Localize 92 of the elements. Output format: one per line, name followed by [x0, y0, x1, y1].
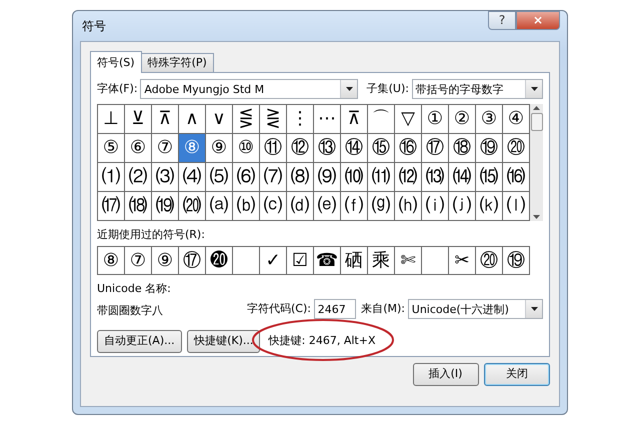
from-label: 来自(M):: [361, 300, 406, 317]
symbol-cell[interactable]: ⒅: [125, 192, 152, 221]
recent-symbol-cell[interactable]: ⑲: [503, 247, 530, 275]
from-dropdown[interactable]: Unicode(十六进制): [408, 299, 543, 319]
symbol-cell[interactable]: ⋚: [233, 105, 260, 134]
symbol-cell[interactable]: ▽: [395, 105, 422, 134]
recent-symbol-cell[interactable]: ⑦: [125, 247, 152, 275]
symbol-cell[interactable]: ⊼: [152, 105, 179, 134]
symbol-cell[interactable]: ①: [422, 105, 449, 134]
recent-symbol-cell[interactable]: ✓: [260, 247, 287, 275]
symbol-cell[interactable]: ⑶: [152, 163, 179, 192]
symbol-cell[interactable]: ⑷: [179, 163, 206, 192]
symbol-cell[interactable]: ⌒: [368, 105, 395, 134]
recent-symbol-cell[interactable]: ✄: [395, 247, 422, 275]
symbol-cell[interactable]: ⑲: [476, 134, 503, 163]
symbol-cell[interactable]: ⑿: [395, 163, 422, 192]
symbol-cell[interactable]: ⑼: [314, 163, 341, 192]
symbol-cell[interactable]: ③: [476, 105, 503, 134]
symbol-cell[interactable]: ⒡: [341, 192, 368, 221]
symbol-cell[interactable]: ⒜: [206, 192, 233, 221]
symbol-cell[interactable]: ⒆: [152, 192, 179, 221]
recent-symbol-cell[interactable]: ✂: [449, 247, 476, 275]
tab[interactable]: 符号(S): [90, 51, 142, 73]
dialog-button[interactable]: 关闭: [484, 362, 550, 386]
symbol-cell[interactable]: ⑻: [287, 163, 314, 192]
symbol-cell[interactable]: ⑤: [98, 134, 125, 163]
recent-symbol-cell[interactable]: 乘: [368, 247, 395, 275]
recent-symbol-cell[interactable]: ⓴: [206, 247, 233, 275]
unicode-name-value: 带圆圈数字八: [97, 302, 164, 318]
recent-symbol-cell[interactable]: ☎: [314, 247, 341, 275]
symbol-cell[interactable]: ⒁: [449, 163, 476, 192]
symbol-cell[interactable]: ⑬: [314, 134, 341, 163]
window-title: 符号: [81, 18, 106, 35]
symbol-cell[interactable]: ⑫: [287, 134, 314, 163]
symbol-cell[interactable]: ⑵: [125, 163, 152, 192]
symbol-cell[interactable]: ⑾: [368, 163, 395, 192]
symbol-cell[interactable]: ⑥: [125, 134, 152, 163]
symbol-cell[interactable]: ⑽: [341, 163, 368, 192]
symbol-cell[interactable]: ⑰: [422, 134, 449, 163]
symbol-cell[interactable]: ⑴: [98, 163, 125, 192]
help-button[interactable]: ?: [488, 11, 516, 30]
symbol-cell[interactable]: ⋯: [314, 105, 341, 134]
symbol-cell[interactable]: ⑮: [368, 134, 395, 163]
recent-symbol-cell[interactable]: ⑨: [152, 247, 179, 275]
symbol-cell[interactable]: ⑧: [179, 134, 206, 163]
symbol-cell[interactable]: ⋛: [260, 105, 287, 134]
symbol-cell[interactable]: ⒤: [422, 192, 449, 221]
char-code-label: 字符代码(C):: [247, 300, 311, 317]
symbol-cell[interactable]: ⑯: [395, 134, 422, 163]
symbol-cell[interactable]: ⒂: [476, 163, 503, 192]
symbol-cell[interactable]: ⑱: [449, 134, 476, 163]
char-code-field[interactable]: 2467: [314, 299, 356, 319]
symbol-cell[interactable]: ⋮: [287, 105, 314, 134]
symbol-cell[interactable]: ⑩: [233, 134, 260, 163]
dialog-button[interactable]: 快捷键(K)...: [187, 330, 260, 353]
symbol-cell[interactable]: ⒠: [314, 192, 341, 221]
dialog-button[interactable]: 自动更正(A)...: [97, 330, 182, 353]
unicode-name-label: Unicode 名称:: [97, 280, 172, 296]
symbol-cell[interactable]: ⒀: [422, 163, 449, 192]
symbol-cell[interactable]: ⒄: [98, 192, 125, 221]
recent-symbol-cell[interactable]: 硒: [341, 247, 368, 275]
symbol-cell[interactable]: ⒝: [233, 192, 260, 221]
recent-symbol-cell[interactable]: ⑧: [98, 247, 125, 275]
recent-symbol-cell[interactable]: ⑰: [179, 247, 206, 275]
symbol-cell[interactable]: ⒇: [179, 192, 206, 221]
symbol-cell[interactable]: ⑹: [233, 163, 260, 192]
recent-symbols-label: 近期使用过的符号(R):: [97, 226, 206, 242]
recent-symbol-cell[interactable]: ⑳: [476, 247, 503, 275]
symbol-cell[interactable]: ⒦: [476, 192, 503, 221]
recent-symbol-cell[interactable]: ☑: [287, 247, 314, 275]
symbol-cell[interactable]: ⑭: [341, 134, 368, 163]
shortcut-key-text: 快捷键: 2467, Alt+X: [268, 334, 376, 348]
dialog-button[interactable]: 插入(I): [412, 362, 478, 386]
symbol-cell[interactable]: ⒥: [449, 192, 476, 221]
symbol-cell[interactable]: ⒢: [368, 192, 395, 221]
symbol-cell[interactable]: ⑨: [206, 134, 233, 163]
symbol-cell[interactable]: ②: [449, 105, 476, 134]
symbol-cell[interactable]: ⊼: [341, 105, 368, 134]
tab[interactable]: 特殊字符(P): [140, 53, 214, 72]
symbol-cell[interactable]: ⒟: [287, 192, 314, 221]
symbol-cell[interactable]: ⑺: [260, 163, 287, 192]
font-label: 字体(F):: [97, 80, 138, 97]
symbol-cell[interactable]: ∨: [206, 105, 233, 134]
symbol-cell[interactable]: ⑪: [260, 134, 287, 163]
symbol-cell[interactable]: ⑸: [206, 163, 233, 192]
font-dropdown[interactable]: Adobe Myungjo Std M: [140, 79, 358, 99]
symbol-cell[interactable]: ⊥: [98, 105, 125, 134]
subset-label: 子集(U):: [366, 80, 409, 97]
symbol-cell[interactable]: ⒣: [395, 192, 422, 221]
symbol-cell[interactable]: ⊻: [125, 105, 152, 134]
symbol-cell[interactable]: ⒞: [260, 192, 287, 221]
subset-dropdown[interactable]: 带括号的字母数字: [412, 79, 543, 99]
